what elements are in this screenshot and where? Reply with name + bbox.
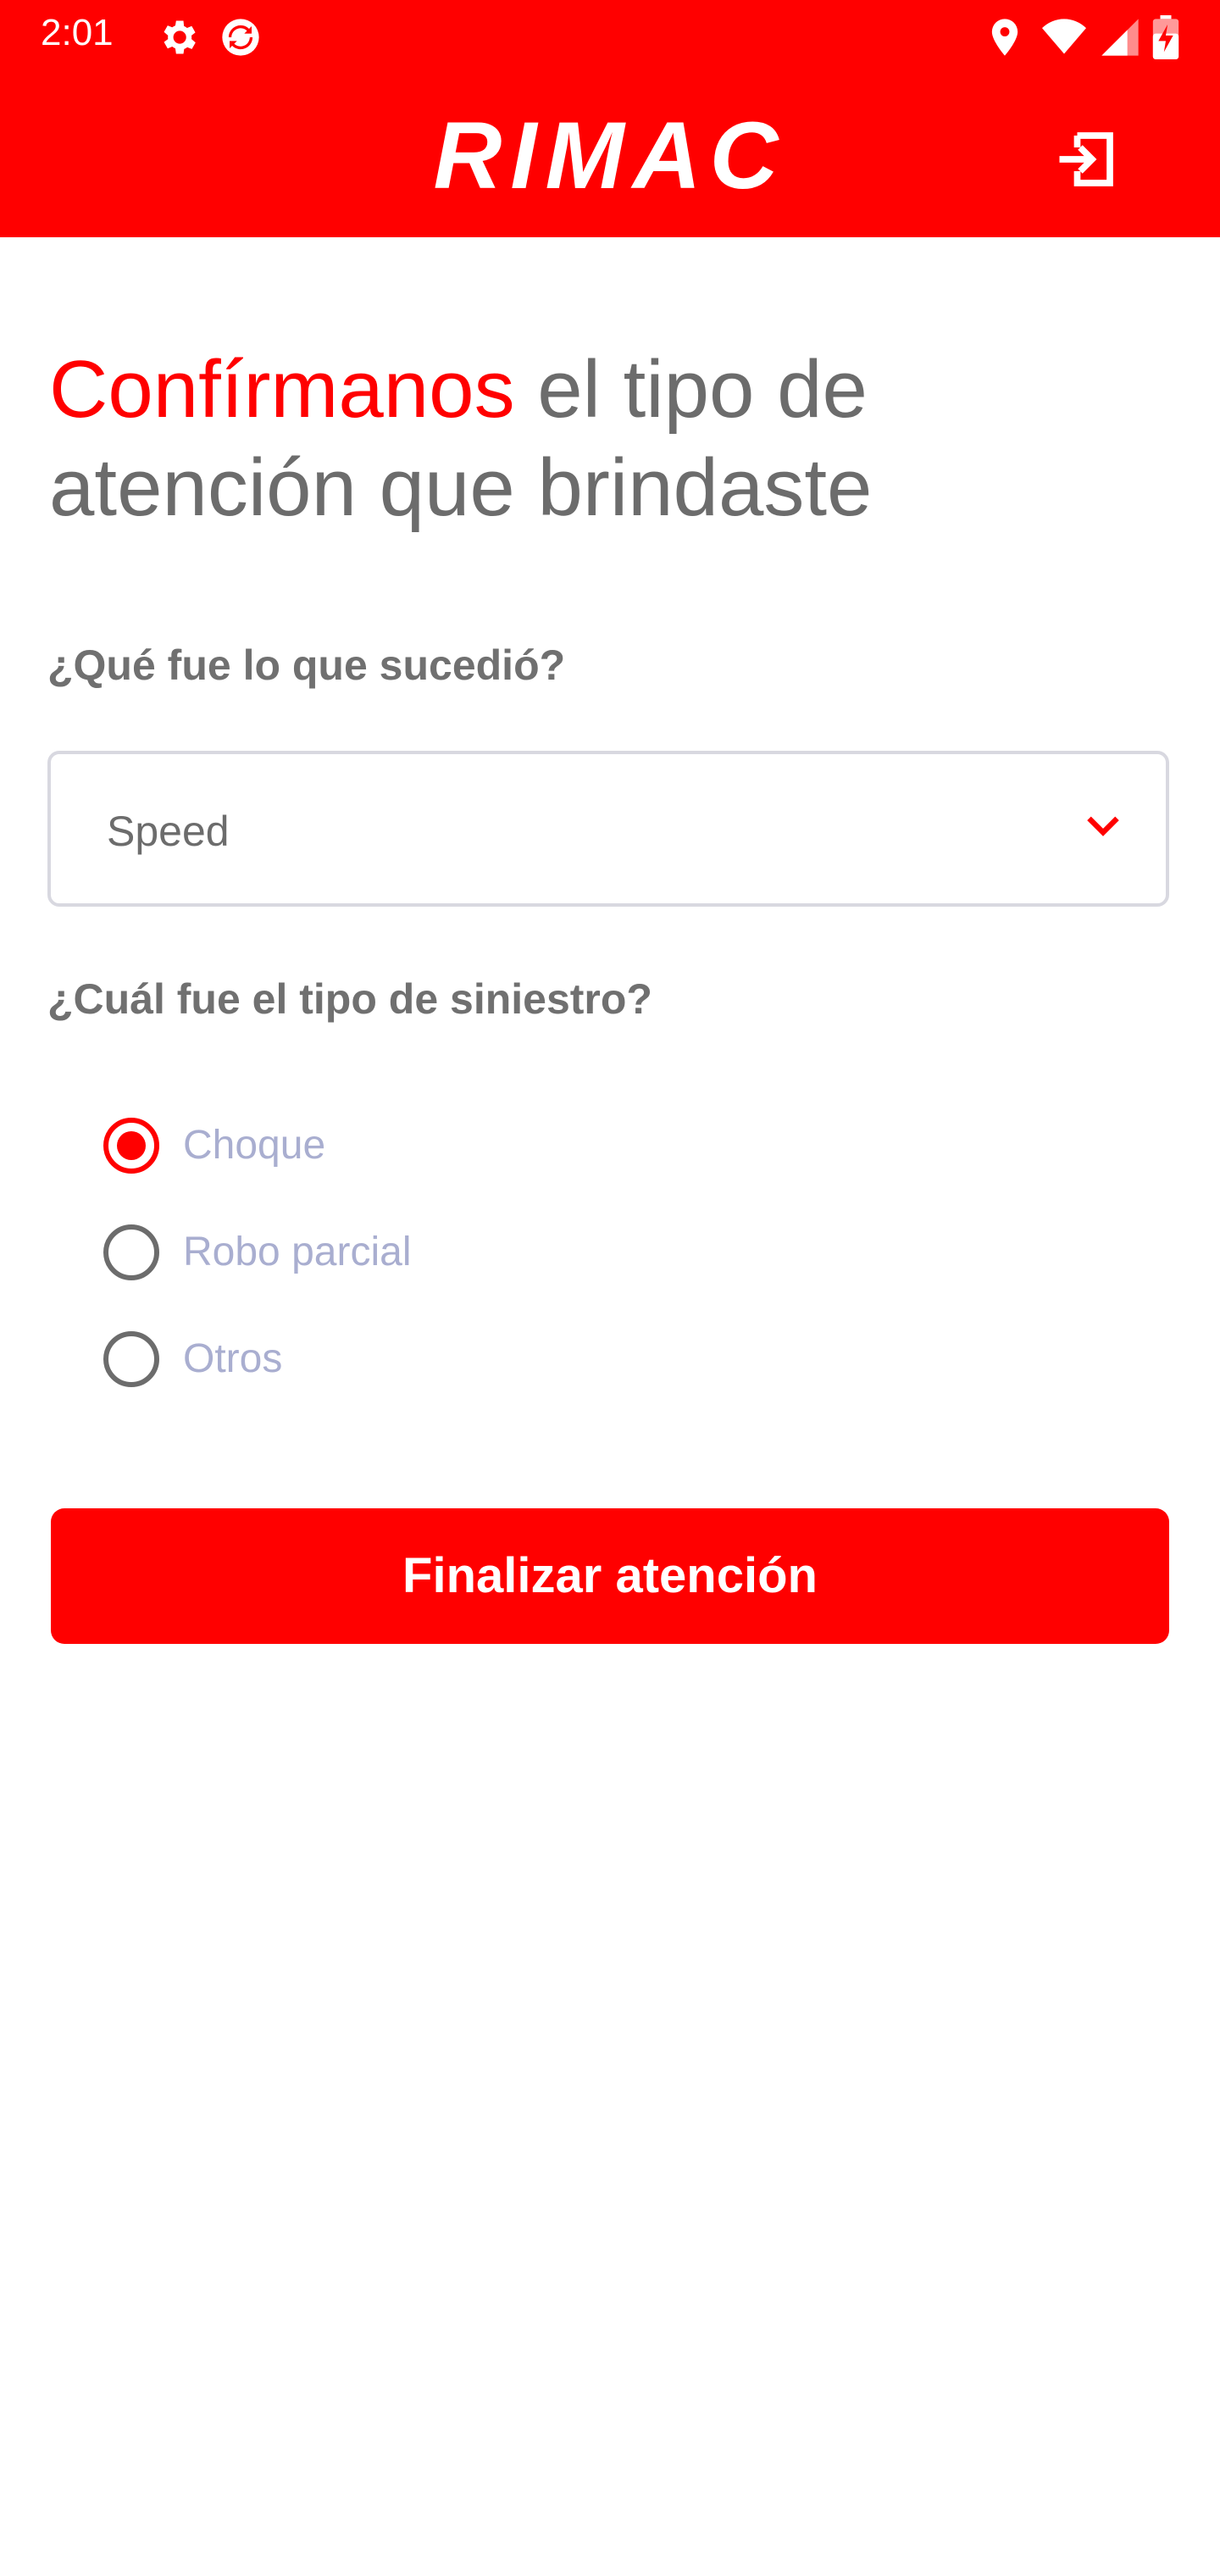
status-bar: 2:01 xyxy=(0,0,1220,71)
app-header: 2:01 RIMAC xyxy=(0,0,1220,237)
radio-label: Robo parcial xyxy=(183,1230,412,1274)
event-type-select[interactable]: Speed xyxy=(47,751,1169,907)
rimac-logo: RIMAC xyxy=(433,107,786,200)
radio-label: Otros xyxy=(183,1336,283,1381)
signal-icon xyxy=(1101,19,1139,56)
radio-selected-icon[interactable] xyxy=(102,1116,161,1175)
radio-option-otros[interactable]: Otros xyxy=(102,1325,779,1393)
svg-text:RIMAC: RIMAC xyxy=(433,107,786,200)
radio-unselected-icon[interactable] xyxy=(102,1223,161,1282)
settings-icon xyxy=(164,20,196,54)
event-type-select-value: Speed xyxy=(107,808,230,855)
wifi-icon xyxy=(1042,19,1086,54)
page-title: Confírmanos el tipo de atención que brin… xyxy=(49,341,1151,537)
battery-charging-icon xyxy=(1152,15,1179,59)
finish-attention-button[interactable]: Finalizar atención xyxy=(51,1508,1169,1644)
radio-option-choque[interactable]: Choque xyxy=(102,1112,779,1180)
sync-app-icon xyxy=(222,19,259,56)
radio-option-robo-parcial[interactable]: Robo parcial xyxy=(102,1219,779,1286)
radio-unselected-icon[interactable] xyxy=(102,1330,161,1389)
status-time: 2:01 xyxy=(41,12,114,53)
page-title-rest-2: atención que brindaste xyxy=(49,442,873,533)
page-title-rest-1: el tipo de xyxy=(514,344,868,435)
chevron-down-icon xyxy=(1087,816,1119,836)
page-title-accent: Confírmanos xyxy=(49,344,515,435)
logout-icon[interactable] xyxy=(1051,124,1122,195)
question-what-happened: ¿Qué fue lo que sucedió? xyxy=(47,641,566,689)
location-icon xyxy=(991,19,1018,56)
radio-label: Choque xyxy=(183,1123,326,1168)
question-claim-type: ¿Cuál fue el tipo de siniestro? xyxy=(47,975,652,1023)
